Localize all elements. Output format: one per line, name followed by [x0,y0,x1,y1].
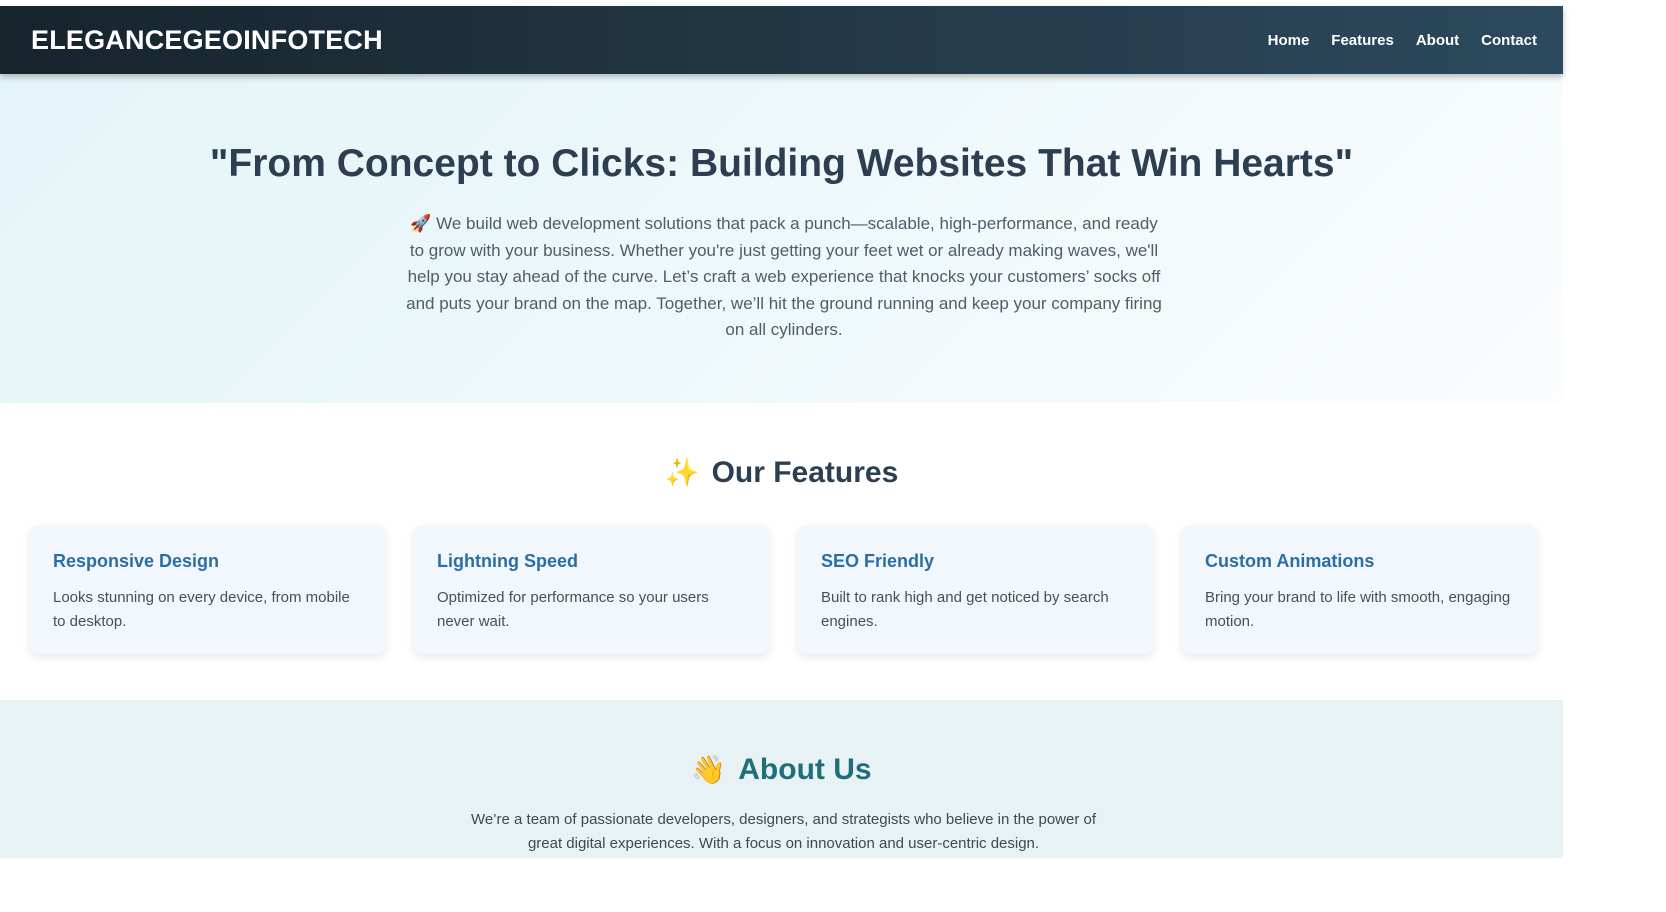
feature-card-title: Responsive Design [53,551,220,571]
feature-card-text: Built to rank high and get noticed by se… [821,589,1109,630]
hero-title: "From Concept to Clicks: Building Websit… [209,142,1354,185]
feature-card-text: Looks stunning on every device, from mob… [53,589,350,630]
nav-link-contact[interactable]: Contact [1481,32,1537,49]
nav-link-home[interactable]: Home [1268,32,1310,49]
waving-hand-icon: 👋 [691,754,727,785]
navbar: ELEGANCEGEOINFOTECH Home Features About … [0,6,1563,74]
feature-card-text: Optimized for performance so your users … [437,589,709,630]
about-heading: 👋 About Us [0,753,1563,787]
feature-card-responsive-design: Responsive Design Looks stunning on ever… [30,526,385,654]
nav-link-features[interactable]: Features [1331,32,1394,49]
sparkles-icon: ✨ [664,457,700,488]
feature-card-lightning-speed: Lightning Speed Optimized for performanc… [414,526,769,654]
about-section: 👋 About Us We’re a team of passionate dev… [0,700,1563,858]
page: ELEGANCEGEOINFOTECH Home Features About … [0,0,1666,912]
feature-card-seo-friendly: SEO Friendly Built to rank high and get … [798,526,1153,654]
feature-card-title: SEO Friendly [821,551,935,571]
feature-card-title: Custom Animations [1205,551,1375,571]
feature-card-custom-animations: Custom Animations Bring your brand to li… [1182,526,1537,654]
hero-section: "From Concept to Clicks: Building Websit… [0,74,1563,403]
features-section: ✨ Our Features Responsive Design Looks st… [0,403,1563,700]
hero-description: 🚀 We build web development solutions tha… [406,214,1162,339]
about-title: About Us [738,753,872,786]
about-description: We’re a team of passionate developers, d… [470,811,1097,852]
feature-card-title: Lightning Speed [437,551,578,571]
brand-logo[interactable]: ELEGANCEGEOINFOTECH [31,25,383,56]
features-title: Our Features [711,456,899,489]
nav-link-about[interactable]: About [1416,32,1459,49]
feature-card-text: Bring your brand to life with smooth, en… [1205,589,1511,630]
nav-links: Home Features About Contact [1246,32,1537,49]
features-heading: ✨ Our Features [0,456,1563,490]
